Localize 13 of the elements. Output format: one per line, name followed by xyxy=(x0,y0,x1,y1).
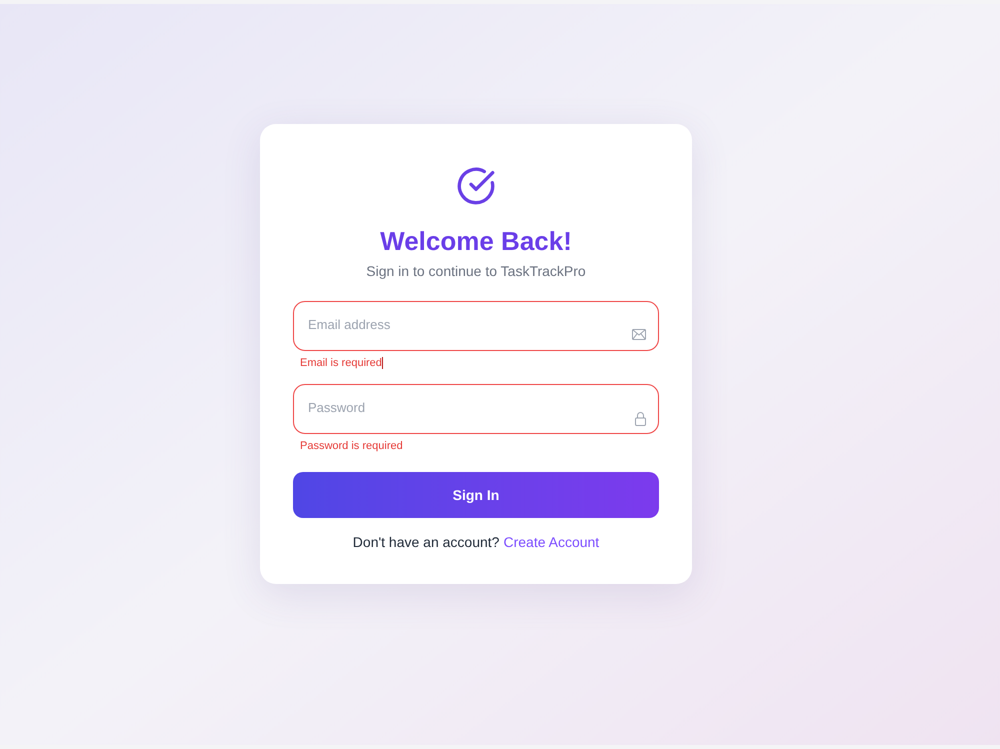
password-field[interactable]: Password xyxy=(293,384,659,434)
mail-icon xyxy=(632,329,646,340)
welcome-title: Welcome Back! xyxy=(380,225,572,257)
lock-icon xyxy=(635,412,646,426)
error-message: Password is required xyxy=(300,439,403,453)
sign-in-button[interactable]: Sign In xyxy=(293,472,659,518)
create-account-link[interactable]: Create Account xyxy=(503,532,600,552)
error-message: Email is required xyxy=(300,356,382,370)
check-circle-icon xyxy=(456,166,496,206)
account-prompt: Don't have an account? xyxy=(352,533,500,552)
email-field[interactable]: Email address xyxy=(293,301,659,351)
subtitle: Sign in to continue to TaskTrackPro xyxy=(366,262,586,281)
text-cursor-icon xyxy=(382,357,383,369)
